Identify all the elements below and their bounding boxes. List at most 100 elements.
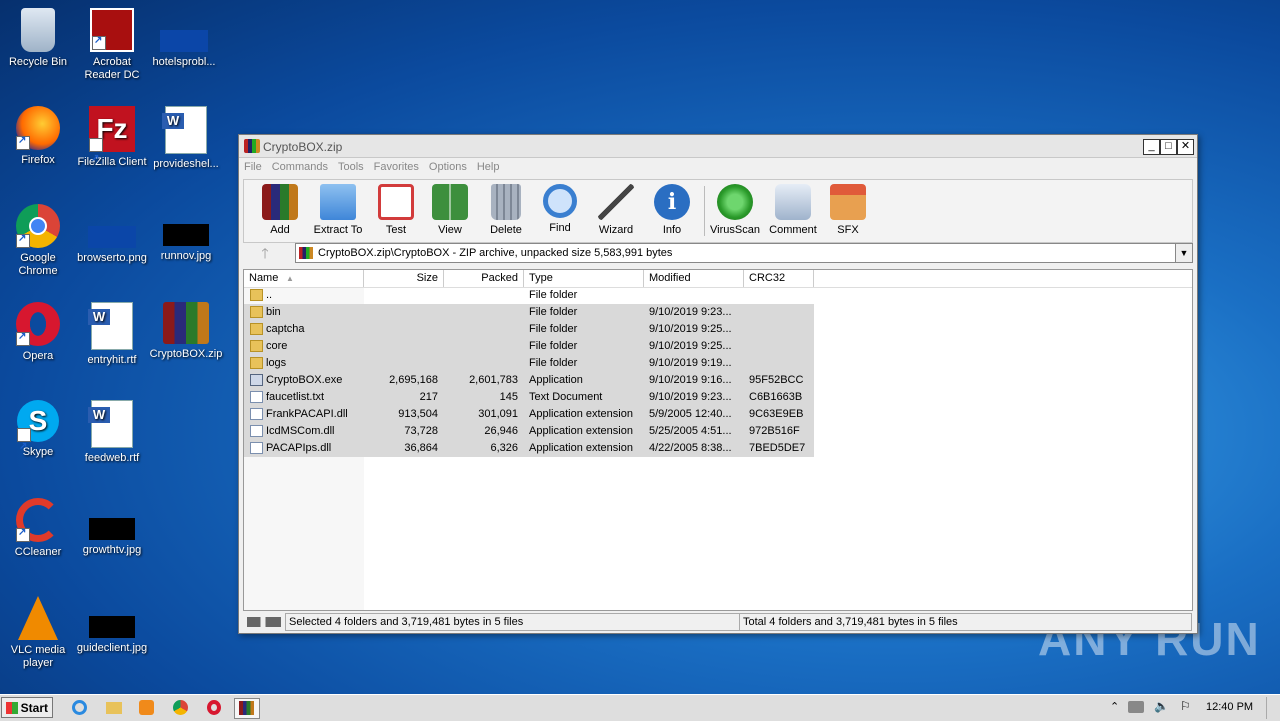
start-button[interactable]: Start [1, 697, 53, 718]
file-row[interactable]: core File folder 9/10/2019 9:25... [244, 338, 814, 355]
extract-to-button[interactable]: Extract To [308, 184, 368, 236]
desktop-icon-ccleaner[interactable]: CCleaner [0, 498, 76, 559]
file-row[interactable]: .. File folder [244, 287, 814, 304]
file-crc: 7BED5DE7 [749, 442, 806, 454]
sfx-button[interactable]: SFX [826, 184, 870, 236]
file-type: File folder [529, 357, 578, 369]
up-one-level-button[interactable]: 🡑 [247, 243, 283, 263]
title-bar[interactable]: CryptoBOX.zip _ □ ✕ [239, 135, 1197, 158]
file-crc: 972B516F [749, 425, 800, 437]
show-desktop-button[interactable] [1266, 697, 1279, 719]
info-button[interactable]: i Info [650, 184, 694, 236]
desktop-icon-chrome[interactable]: Google Chrome [0, 204, 76, 278]
column-header-packed[interactable]: Packed [444, 270, 524, 287]
file-packed [444, 287, 518, 304]
file-row[interactable]: bin File folder 9/10/2019 9:23... [244, 304, 814, 321]
column-header-type[interactable]: Type [524, 270, 644, 287]
file-name: bin [266, 306, 281, 318]
desktop-icon-acrobat[interactable]: Acrobat Reader DC [74, 8, 150, 82]
menu-help[interactable]: Help [472, 158, 505, 173]
file-row[interactable]: logs File folder 9/10/2019 9:19... [244, 355, 814, 372]
column-header-modified[interactable]: Modified [644, 270, 744, 287]
desktop-icon-firefox[interactable]: Firefox [0, 106, 76, 167]
wizard-button[interactable]: Wizard [592, 184, 640, 236]
menu-options[interactable]: Options [424, 158, 472, 173]
view-button[interactable]: View [428, 184, 472, 236]
column-header-size[interactable]: Size [364, 270, 444, 287]
file-row[interactable]: FrankPACAPI.dll 913,504 301,091 Application… [244, 406, 814, 423]
desktop-icon-runnov[interactable]: runnov.jpg [148, 204, 224, 263]
delete-button[interactable]: Delete [484, 184, 528, 236]
close-button[interactable]: ✕ [1177, 139, 1194, 155]
file-row[interactable]: CryptoBOX.exe 2,695,168 2,601,783 Applicati… [244, 372, 814, 389]
file-modified [649, 287, 744, 304]
menu-file[interactable]: File [239, 158, 267, 173]
media-player-icon [139, 700, 154, 715]
recycle-bin-icon [21, 8, 55, 52]
wand-icon [598, 184, 634, 220]
toolbar-label: Find [549, 222, 571, 234]
toolbar-label: Extract To [313, 224, 363, 236]
address-field[interactable]: CryptoBOX.zip\CryptoBOX - ZIP archive, u… [295, 243, 1193, 263]
taskbar-opera[interactable] [202, 698, 226, 717]
add-button[interactable]: Add [256, 184, 304, 236]
file-name: captcha [266, 323, 305, 335]
minimize-button[interactable]: _ [1143, 139, 1160, 155]
taskbar-winrar[interactable] [234, 698, 260, 719]
desktop-icon-growthtv[interactable]: growthtv.jpg [74, 498, 150, 557]
maximize-button[interactable]: □ [1160, 139, 1177, 155]
file-crc [749, 287, 814, 304]
file-size [364, 321, 438, 338]
desktop-icon-guideclient[interactable]: guideclient.jpg [74, 596, 150, 655]
desktop-icon-skype[interactable]: S Skype [0, 400, 76, 468]
find-button[interactable]: Find [538, 184, 582, 234]
column-header-name[interactable]: Name ▲ [244, 270, 364, 287]
desktop-icon-label: FileZilla Client [77, 156, 147, 168]
file-modified: 9/10/2019 9:25... [649, 340, 732, 352]
file-row[interactable]: PACAPIps.dll 36,864 6,326 Application exten… [244, 440, 814, 457]
menu-favorites[interactable]: Favorites [369, 158, 424, 173]
winrar-icon [299, 247, 313, 259]
taskbar-chrome[interactable] [169, 698, 193, 717]
desktop-icon-provideshel[interactable]: W provideshel... [148, 106, 224, 171]
file-size: 73,728 [404, 425, 438, 437]
file-row[interactable]: faucetlist.txt 217 145 Text Document 9/10/20… [244, 389, 814, 406]
desktop-icon-filezilla[interactable]: Fz FileZilla Client [74, 106, 150, 182]
network-icon[interactable] [1128, 701, 1144, 713]
desktop-icon-vlc[interactable]: VLC media player [0, 596, 76, 670]
file-list: Name ▲ Size Packed Type Modified CRC32 ..… [243, 269, 1193, 611]
address-dropdown-button[interactable]: ▼ [1175, 244, 1192, 262]
tray-show-hidden-icon[interactable]: ⌃ [1110, 700, 1119, 713]
file-row[interactable]: IcdMSCom.dll 73,728 26,946 Application exte… [244, 423, 814, 440]
virusscan-button[interactable]: VirusScan [710, 184, 760, 236]
desktop-icon-feedweb[interactable]: W feedweb.rtf [74, 400, 150, 465]
menu-tools[interactable]: Tools [333, 158, 369, 173]
taskbar-ie[interactable] [68, 698, 92, 717]
toolbar-separator [704, 186, 705, 236]
file-row[interactable]: captcha File folder 9/10/2019 9:25... [244, 321, 814, 338]
desktop-icon-opera[interactable]: Opera [0, 302, 76, 363]
vlc-cone-icon [18, 596, 58, 640]
clock[interactable]: 12:40 PM [1206, 701, 1253, 713]
toolbar-label: SFX [837, 224, 859, 236]
desktop-icon-entryhit[interactable]: W entryhit.rtf [74, 302, 150, 367]
action-center-flag-icon[interactable]: ⚐ [1180, 699, 1191, 713]
desktop-icon-recycle-bin[interactable]: Recycle Bin [0, 8, 76, 69]
test-button[interactable]: Test [374, 184, 418, 236]
taskbar-explorer[interactable] [102, 698, 126, 717]
file-crc: C6B1663B [749, 391, 803, 403]
taskbar-media-player[interactable] [135, 698, 159, 717]
menu-commands[interactable]: Commands [267, 158, 333, 173]
file-size [364, 304, 438, 321]
desktop-icon-browserto[interactable]: browserto.png [74, 204, 150, 265]
desktop-icon-label: hotelsprobl... [152, 56, 216, 68]
comment-button[interactable]: Comment [768, 184, 818, 236]
desktop-icon-hotelsprobl[interactable]: hotelsprobl... [146, 8, 222, 69]
status-bar: Selected 4 folders and 3,719,481 bytes i… [243, 613, 1192, 631]
desktop-icon-cryptobox-zip[interactable]: CryptoBOX.zip [148, 302, 224, 361]
desktop-icon-label: Acrobat Reader DC [84, 56, 140, 81]
volume-icon[interactable]: 🔈 [1154, 699, 1169, 713]
desktop-icon-label: growthtv.jpg [82, 544, 142, 556]
folder-icon [250, 323, 263, 335]
column-header-crc32[interactable]: CRC32 [744, 270, 814, 287]
